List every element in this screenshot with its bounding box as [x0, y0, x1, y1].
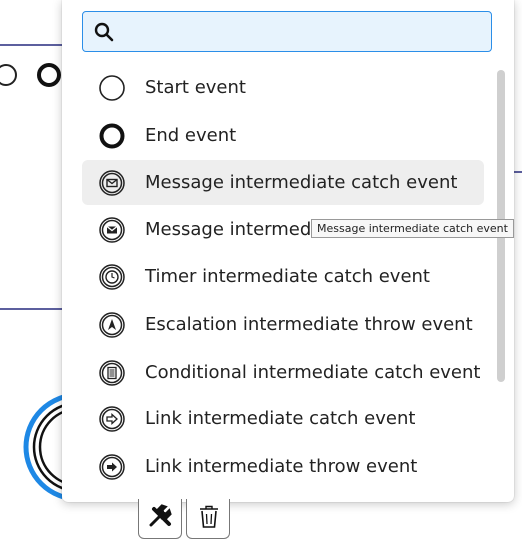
delete-button[interactable]	[186, 499, 230, 539]
entry-label: Start event	[145, 77, 246, 98]
wrench-icon	[149, 504, 172, 527]
start-event-icon	[99, 75, 125, 101]
escalation-throw-icon	[99, 312, 125, 338]
entry-label: Link intermediate catch event	[145, 408, 416, 429]
entry-label: Message intermediate catch event	[145, 172, 458, 193]
selected-event-shape[interactable]	[0, 395, 62, 505]
search-input[interactable]	[123, 18, 487, 46]
search-icon	[94, 22, 114, 42]
entry-label: Escalation intermediate throw event	[145, 314, 473, 335]
entry-label: Link intermediate throw event	[145, 456, 418, 477]
link-throw-icon	[99, 454, 125, 480]
entry-link-intermediate-throw-event[interactable]: Link intermediate throw event	[82, 444, 484, 489]
trash-icon	[200, 505, 218, 528]
tooltip: Message intermediate catch event	[311, 219, 514, 238]
entry-start-event[interactable]: Start event	[82, 65, 484, 110]
timer-catch-icon	[99, 264, 125, 290]
search-box[interactable]	[82, 11, 492, 52]
message-throw-icon	[99, 217, 125, 243]
diagram-palette-icons	[0, 63, 61, 87]
replace-menu-popup: Start event End event Message intermedia…	[62, 0, 514, 502]
entry-label: End event	[145, 125, 237, 146]
entry-end-event[interactable]: End event	[82, 113, 484, 158]
diagram-connection-top	[0, 44, 62, 46]
link-catch-icon	[99, 406, 125, 432]
entry-link-intermediate-catch-event[interactable]: Link intermediate catch event	[82, 396, 484, 441]
entry-timer-intermediate-catch-event[interactable]: Timer intermediate catch event	[82, 254, 484, 299]
wrench-button[interactable]	[138, 499, 182, 539]
entry-escalation-intermediate-throw-event[interactable]: Escalation intermediate throw event	[82, 302, 484, 347]
entry-conditional-intermediate-catch-event[interactable]: Conditional intermediate catch event	[82, 350, 484, 395]
conditional-catch-icon	[99, 360, 125, 386]
end-event-icon	[99, 123, 125, 149]
message-catch-icon	[99, 170, 125, 196]
diagram-connection-right	[514, 171, 522, 173]
entry-label: Timer intermediate catch event	[145, 266, 430, 287]
entry-label: Conditional intermediate catch event	[145, 362, 481, 383]
diagram-connection-mid	[0, 308, 62, 310]
entry-message-intermediate-catch-event[interactable]: Message intermediate catch event	[82, 160, 484, 205]
